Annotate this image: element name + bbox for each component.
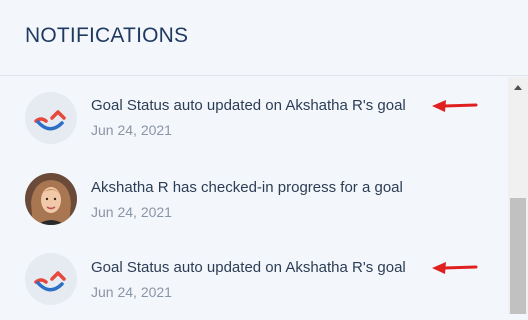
notification-item[interactable]: Akshatha R has checked-in progress for a… [0, 160, 508, 240]
notification-date: Jun 24, 2021 [91, 122, 172, 138]
scroll-up-arrow-icon[interactable] [508, 77, 528, 97]
notification-text: Goal Status auto updated on Akshatha R's… [91, 259, 406, 276]
notification-date: Jun 24, 2021 [91, 284, 172, 300]
user-avatar [25, 173, 77, 225]
notification-date: Jun 24, 2021 [91, 204, 172, 220]
red-arrow-annotation [432, 100, 478, 112]
notification-text: Akshatha R has checked-in progress for a… [91, 179, 403, 196]
app-logo-icon [25, 92, 77, 144]
app-logo-icon [25, 253, 77, 305]
notification-item[interactable]: Goal Status auto updated on Akshatha R's… [0, 240, 508, 320]
scrollbar-thumb[interactable] [510, 198, 526, 314]
notifications-header: NOTIFICATIONS [0, 0, 528, 76]
notification-text: Goal Status auto updated on Akshatha R's… [91, 97, 406, 114]
notifications-list: Goal Status auto updated on Akshatha R's… [0, 77, 508, 314]
page-title: NOTIFICATIONS [25, 24, 189, 47]
vertical-scrollbar[interactable] [508, 77, 528, 314]
notification-item[interactable]: Goal Status auto updated on Akshatha R's… [0, 77, 508, 157]
red-arrow-annotation [432, 262, 478, 274]
